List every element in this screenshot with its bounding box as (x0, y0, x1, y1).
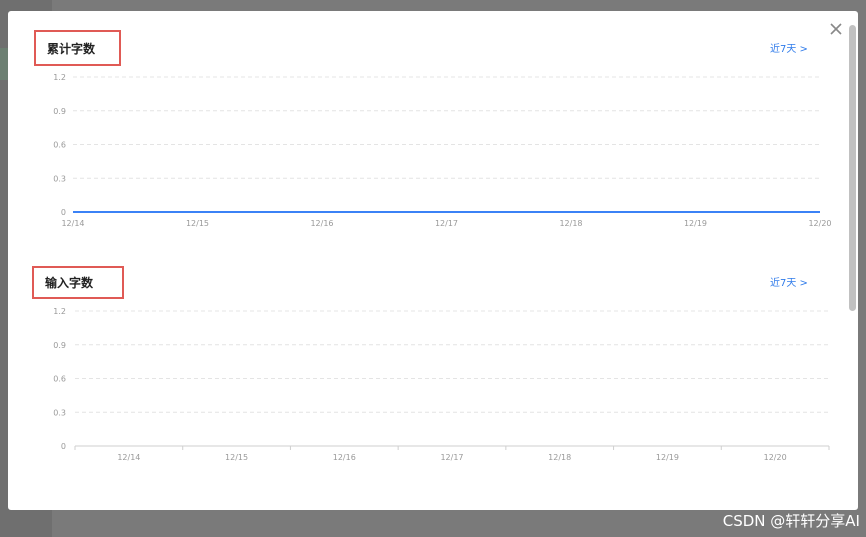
backdrop-edge (0, 48, 8, 80)
y-tick-label: 1.2 (53, 307, 66, 316)
y-tick-label: 0.9 (53, 341, 66, 350)
y-tick-label: 0.6 (53, 141, 66, 150)
y-tick-label: 0 (61, 208, 66, 217)
panel-title-cumulative: 累计字数 (34, 30, 121, 66)
x-tick-label: 12/14 (117, 453, 140, 462)
input-chart: 0 0.3 0.6 0.9 1.2 12/14 12/15 12/16 12/17 12/18 12… (53, 307, 830, 462)
x-tick-label: 12/16 (333, 453, 356, 462)
x-tick-label: 12/18 (548, 453, 571, 462)
close-icon[interactable] (826, 19, 846, 39)
y-tick-label: 0 (61, 442, 66, 451)
range-link-7days[interactable]: 近7天 > (770, 274, 808, 289)
stats-modal: 累计字数 近7天 > 0 0.3 0.6 0.9 1.2 12/14 12/15 12/16 1… (8, 11, 858, 510)
x-tick-label: 12/15 (225, 453, 248, 462)
panel-title-input: 输入字数 (32, 266, 124, 299)
x-tick-label: 12/19 (656, 453, 679, 462)
x-tick-label: 12/17 (440, 453, 463, 462)
x-tick-label: 12/19 (684, 219, 707, 228)
watermark: CSDN @轩轩分享AI (722, 512, 860, 530)
x-tick-label: 12/16 (310, 219, 333, 228)
x-tick-label: 12/18 (559, 219, 582, 228)
cumulative-chart: 0 0.3 0.6 0.9 1.2 12/14 12/15 12/16 12/17 12/18 12… (53, 73, 831, 228)
x-tick-label: 12/14 (61, 219, 84, 228)
x-tick-label: 12/17 (435, 219, 458, 228)
y-tick-label: 0.3 (53, 408, 66, 417)
x-tick-label: 12/20 (764, 453, 787, 462)
y-tick-label: 0.3 (53, 174, 66, 183)
y-tick-label: 0.6 (53, 375, 66, 384)
x-tick-label: 12/15 (186, 219, 209, 228)
y-tick-label: 1.2 (53, 73, 66, 82)
y-tick-label: 0.9 (53, 107, 66, 116)
x-tick-label: 12/20 (808, 219, 831, 228)
range-link-7days[interactable]: 近7天 > (770, 40, 808, 55)
